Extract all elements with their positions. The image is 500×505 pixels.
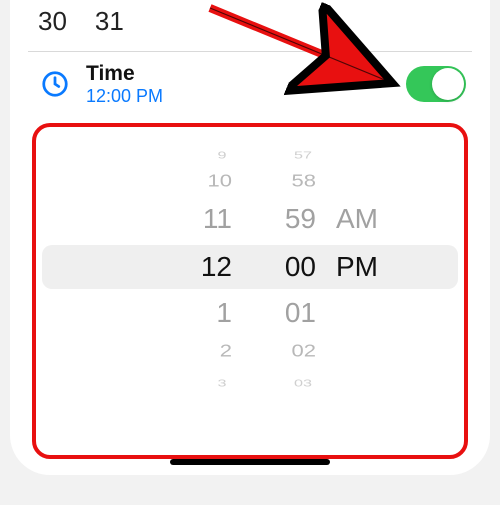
clock-icon [40, 69, 70, 99]
minute-selected[interactable]: 00 [236, 247, 316, 287]
minute-option[interactable]: 03 [240, 372, 312, 394]
ampm-selected[interactable]: PM [336, 247, 416, 287]
time-title: Time [86, 62, 163, 86]
time-picker: 9 10 11 12 1 2 3 57 58 59 00 01 02 03 AM… [32, 123, 468, 459]
minute-option[interactable]: 59 [236, 199, 316, 239]
hour-option[interactable]: 3 [128, 372, 227, 394]
hour-wheel[interactable]: 9 10 11 12 1 2 3 [122, 127, 232, 455]
calendar-day[interactable]: 31 [95, 6, 124, 37]
minute-option[interactable]: 02 [236, 335, 316, 367]
hour-option[interactable]: 2 [122, 335, 232, 367]
time-value: 12:00 PM [86, 86, 163, 107]
hour-option[interactable]: 9 [128, 144, 227, 166]
time-toggle[interactable] [406, 66, 466, 102]
minute-option[interactable]: 57 [240, 144, 312, 166]
phone-frame: 30 31 Time 12:00 PM 9 10 11 12 1 2 [10, 0, 490, 475]
calendar-day[interactable]: 30 [38, 6, 67, 37]
hour-option[interactable]: 10 [122, 165, 232, 197]
minute-wheel[interactable]: 57 58 59 00 01 02 03 [236, 127, 316, 455]
toggle-knob [432, 68, 464, 100]
ampm-option[interactable]: AM [336, 199, 416, 239]
minute-option[interactable]: 58 [236, 165, 316, 197]
time-labels: Time 12:00 PM [86, 62, 163, 107]
minute-option[interactable]: 01 [236, 293, 316, 333]
calendar-row: 30 31 [10, 0, 490, 51]
home-indicator[interactable] [170, 459, 330, 465]
hour-option[interactable]: 11 [122, 199, 232, 239]
hour-selected[interactable]: 12 [122, 247, 232, 287]
hour-option[interactable]: 1 [122, 293, 232, 333]
ampm-wheel[interactable]: AM PM [336, 127, 416, 455]
time-row: Time 12:00 PM [10, 52, 490, 117]
